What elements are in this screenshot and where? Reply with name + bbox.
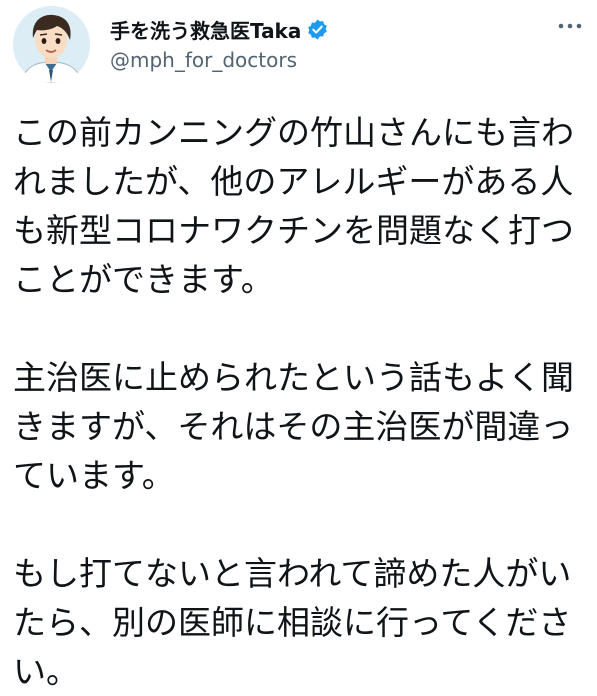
name-row: 手を洗う救急医Taka [110,14,329,44]
tweet-paragraph: 主治医に止められたという話もよく聞きますが、それはその主治医が間違っています。 [13,358,574,495]
display-name[interactable]: 手を洗う救急医Taka [110,15,301,44]
avatar-illustration [13,6,90,83]
more-horizontal-icon[interactable] [555,16,585,36]
tweet-header: 手を洗う救急医Taka @mph_for_doctors [13,6,587,83]
tweet-paragraph: もし打てないと言われて諦めた人がいたら、別の医師に相談に行ってください。 [13,554,572,691]
tweet-text: この前カンニングの竹山さんにも言われましたが、他のアレルギーがある人も新型コロナ… [13,108,585,696]
verified-badge-icon [306,18,329,41]
author-info: 手を洗う救急医Taka @mph_for_doctors [110,14,329,72]
user-handle[interactable]: @mph_for_doctors [110,48,329,72]
tweet-paragraph: この前カンニングの竹山さんにも言われましたが、他のアレルギーがある人も新型コロナ… [13,113,574,299]
avatar[interactable] [13,6,90,83]
tweet-card: 手を洗う救急医Taka @mph_for_doctors この前カンニングの竹山… [0,0,597,691]
